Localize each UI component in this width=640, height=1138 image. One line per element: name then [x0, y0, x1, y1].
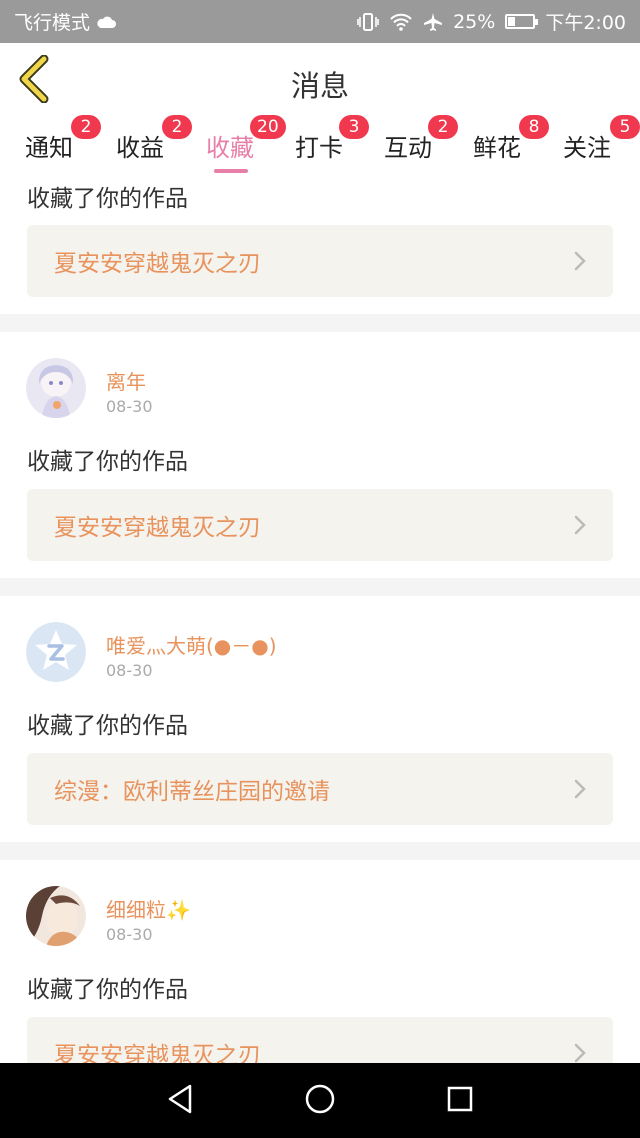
- status-mode-text: 飞行模式: [14, 12, 91, 34]
- status-time: 下午2:00: [545, 12, 626, 34]
- message-feed[interactable]: 收藏了你的作品 夏安安穿越鬼灭之刃 离年 08-30 收藏了你的作品 夏安安穿越…: [0, 177, 640, 1063]
- tab-label: 打卡: [295, 134, 343, 162]
- avatar[interactable]: [26, 622, 86, 682]
- battery-icon: [505, 14, 539, 29]
- username[interactable]: 离年: [106, 366, 146, 395]
- date: 08-30: [106, 925, 153, 944]
- tab-badge: 3: [339, 115, 369, 139]
- action-text: 收藏了你的作品: [27, 713, 188, 739]
- status-bar: 飞行模式 25% 下午2:00: [0, 0, 640, 43]
- nav-home-button[interactable]: [295, 1076, 345, 1126]
- square-recents-icon: [446, 1085, 474, 1117]
- tab-label: 收益: [116, 134, 164, 162]
- page-title: 消息: [290, 69, 349, 103]
- work-title: 综漫：欧利蒂丝庄园的邀请: [54, 779, 330, 805]
- tab-notifications[interactable]: 通知 2: [25, 115, 101, 175]
- divider: [0, 578, 640, 596]
- list-item: 收藏了你的作品 夏安安穿越鬼灭之刃: [0, 177, 640, 314]
- tab-follows[interactable]: 关注 5: [563, 115, 640, 175]
- divider: [0, 314, 640, 332]
- work-title: 夏安安穿越鬼灭之刃: [54, 251, 261, 277]
- tab-checkin[interactable]: 打卡 3: [295, 115, 369, 175]
- username[interactable]: 细细粒✨: [106, 894, 191, 923]
- airplane-icon: [423, 12, 443, 32]
- nav-back-button[interactable]: [155, 1076, 205, 1126]
- work-link[interactable]: 夏安安穿越鬼灭之刃: [27, 1017, 613, 1063]
- action-text: 收藏了你的作品: [27, 977, 188, 1003]
- tab-label: 通知: [25, 134, 73, 162]
- nav-recents-button[interactable]: [435, 1076, 485, 1126]
- tab-earnings[interactable]: 收益 2: [116, 115, 192, 175]
- chevron-right-icon: [573, 250, 587, 272]
- action-text: 收藏了你的作品: [27, 186, 188, 212]
- chevron-right-icon: [573, 514, 587, 536]
- work-link[interactable]: 夏安安穿越鬼灭之刃: [27, 489, 613, 561]
- username[interactable]: 唯爱灬大萌(●－●): [106, 630, 277, 659]
- tab-label: 鲜花: [473, 134, 521, 162]
- work-title: 夏安安穿越鬼灭之刃: [54, 515, 261, 541]
- list-item: 唯爱灬大萌(●－●) 08-30 收藏了你的作品 综漫：欧利蒂丝庄园的邀请: [0, 596, 640, 842]
- wifi-icon: [389, 13, 413, 31]
- date: 08-30: [106, 661, 153, 680]
- divider: [0, 842, 640, 860]
- tab-badge: 2: [71, 115, 101, 139]
- work-title: 夏安安穿越鬼灭之刃: [54, 1043, 261, 1063]
- battery-percent: 25%: [453, 10, 496, 33]
- tab-badge: 2: [428, 115, 458, 139]
- tab-bar: 通知 2 收益 2 收藏 20 打卡 3 互动 2 鲜花 8 关注 5: [0, 115, 640, 177]
- tab-badge: 2: [162, 115, 192, 139]
- tab-badge: 20: [250, 115, 286, 139]
- work-link[interactable]: 夏安安穿越鬼灭之刃: [27, 225, 613, 297]
- avatar[interactable]: [26, 886, 86, 946]
- header: 消息: [0, 43, 640, 121]
- tab-label: 关注: [563, 134, 611, 162]
- avatar[interactable]: [26, 358, 86, 418]
- tab-interactions[interactable]: 互动 2: [384, 115, 458, 175]
- circle-home-icon: [304, 1083, 336, 1119]
- tab-flowers[interactable]: 鲜花 8: [473, 115, 549, 175]
- tab-label: 互动: [384, 134, 432, 162]
- tab-badge: 5: [610, 115, 640, 139]
- list-item: 离年 08-30 收藏了你的作品 夏安安穿越鬼灭之刃: [0, 332, 640, 578]
- work-link[interactable]: 综漫：欧利蒂丝庄园的邀请: [27, 753, 613, 825]
- tab-badge: 8: [519, 115, 549, 139]
- chevron-right-icon: [573, 1042, 587, 1063]
- vibrate-icon: [357, 12, 379, 32]
- tab-label: 收藏: [206, 134, 254, 162]
- chevron-right-icon: [573, 778, 587, 800]
- action-text: 收藏了你的作品: [27, 449, 188, 475]
- tab-favorites[interactable]: 收藏 20: [206, 115, 286, 175]
- system-nav-bar: [0, 1063, 640, 1138]
- list-item: 细细粒✨ 08-30 收藏了你的作品 夏安安穿越鬼灭之刃: [0, 860, 640, 1063]
- active-tab-indicator: [214, 169, 248, 173]
- triangle-back-icon: [166, 1083, 194, 1119]
- cloud-icon: [96, 15, 117, 29]
- date: 08-30: [106, 397, 153, 416]
